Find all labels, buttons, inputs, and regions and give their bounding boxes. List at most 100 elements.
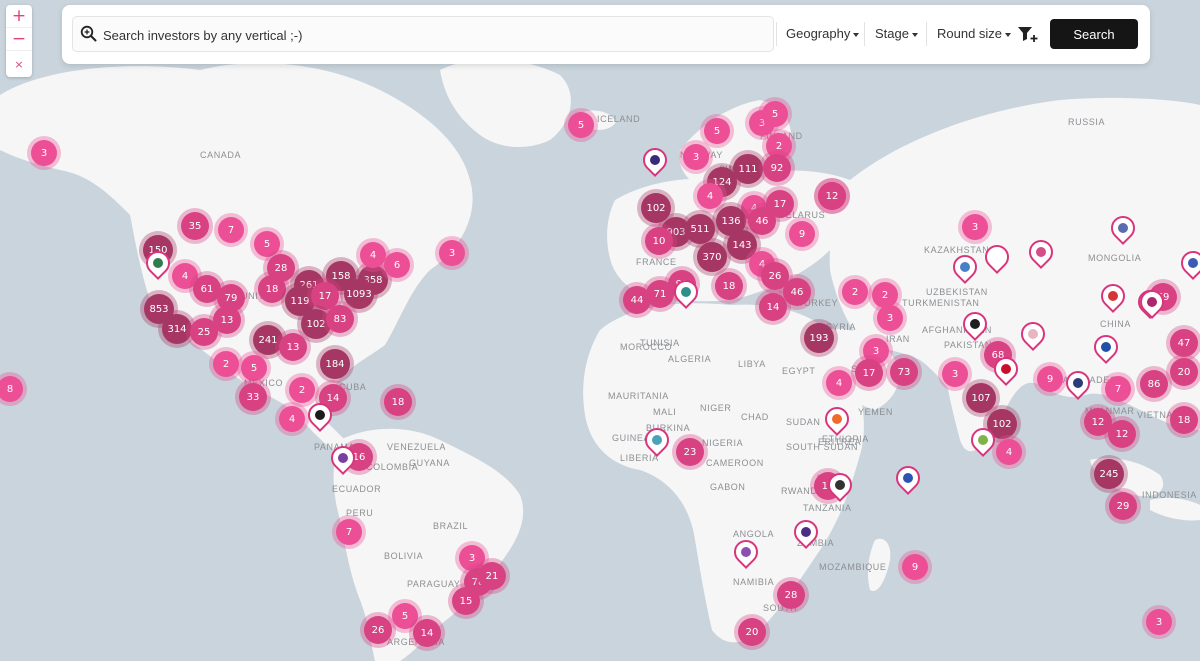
chevron-down-icon bbox=[911, 32, 918, 37]
cluster-marker[interactable]: 35 bbox=[181, 212, 209, 240]
cluster-marker[interactable]: 3 bbox=[962, 214, 988, 240]
cluster-marker[interactable]: 13 bbox=[213, 306, 241, 334]
cluster-marker[interactable]: 26 bbox=[364, 616, 392, 644]
cluster-marker[interactable]: 20 bbox=[738, 618, 766, 646]
cluster-marker[interactable]: 3 bbox=[877, 305, 903, 331]
cluster-marker[interactable]: 193 bbox=[804, 323, 834, 353]
cluster-marker[interactable]: 73 bbox=[890, 358, 918, 386]
cluster-marker[interactable]: 3 bbox=[31, 140, 57, 166]
cluster-marker[interactable]: 13 bbox=[279, 333, 307, 361]
investor-logo-icon bbox=[153, 258, 163, 268]
investor-logo-icon bbox=[741, 547, 751, 557]
cluster-marker[interactable]: 20 bbox=[1170, 358, 1198, 386]
cluster-marker[interactable]: 4 bbox=[279, 406, 305, 432]
cluster-marker[interactable]: 46 bbox=[783, 278, 811, 306]
cluster-marker[interactable]: 12 bbox=[818, 182, 846, 210]
cluster-marker[interactable]: 71 bbox=[646, 280, 674, 308]
country-label: MOZAMBIQUE bbox=[819, 562, 887, 572]
cluster-marker[interactable]: 3 bbox=[439, 240, 465, 266]
cluster-marker[interactable]: 18 bbox=[384, 388, 412, 416]
country-label: PARAGUAY bbox=[407, 579, 461, 589]
cluster-marker[interactable]: 2 bbox=[872, 282, 898, 308]
country-label: SUDAN bbox=[786, 417, 821, 427]
country-label: UZBEKISTAN bbox=[926, 287, 988, 297]
cluster-marker[interactable]: 47 bbox=[1170, 329, 1198, 357]
cluster-marker[interactable]: 5 bbox=[241, 355, 267, 381]
cluster-marker[interactable]: 7 bbox=[1105, 376, 1131, 402]
cluster-marker[interactable]: 23 bbox=[676, 438, 704, 466]
cluster-marker[interactable]: 2 bbox=[842, 279, 868, 305]
cluster-marker[interactable]: 184 bbox=[320, 349, 350, 379]
investor-logo-icon bbox=[1108, 291, 1118, 301]
cluster-marker[interactable]: 7 bbox=[336, 519, 362, 545]
investor-logo-icon bbox=[1101, 342, 1111, 352]
cluster-marker[interactable]: 245 bbox=[1094, 459, 1124, 489]
cluster-marker[interactable]: 21 bbox=[478, 562, 506, 590]
cluster-marker[interactable]: 17 bbox=[855, 359, 883, 387]
investor-logo-icon bbox=[650, 155, 660, 165]
cluster-marker[interactable]: 4 bbox=[996, 439, 1022, 465]
cluster-marker[interactable]: 3 bbox=[942, 361, 968, 387]
cluster-marker[interactable]: 3 bbox=[683, 144, 709, 170]
cluster-marker[interactable]: 18 bbox=[1170, 406, 1198, 434]
cluster-marker[interactable]: 83 bbox=[326, 305, 354, 333]
cluster-marker[interactable]: 370 bbox=[697, 242, 727, 272]
country-label: INDONESIA bbox=[1142, 490, 1197, 500]
country-label: IRAN bbox=[886, 334, 910, 344]
cluster-marker[interactable]: 46 bbox=[748, 207, 776, 235]
country-label: TANZANIA bbox=[803, 503, 852, 513]
cluster-marker[interactable]: 14 bbox=[413, 619, 441, 647]
cluster-marker[interactable]: 5 bbox=[704, 118, 730, 144]
zoom-out-button[interactable]: − bbox=[6, 28, 32, 51]
cluster-marker[interactable]: 18 bbox=[715, 272, 743, 300]
country-label: BOLIVIA bbox=[384, 551, 424, 561]
country-label: ETHIOPIA bbox=[822, 434, 869, 444]
cluster-marker[interactable]: 12 bbox=[1108, 420, 1136, 448]
cluster-marker[interactable]: 86 bbox=[1140, 370, 1168, 398]
cluster-marker[interactable]: 511 bbox=[685, 214, 715, 244]
cluster-marker[interactable]: 18 bbox=[258, 275, 286, 303]
world-map[interactable]: CANADA RUSSIA KAZAKHSTAN MONGOLIA UZBEKISTAN… bbox=[0, 0, 1200, 661]
round-size-dropdown[interactable]: Round size bbox=[937, 26, 1012, 41]
cluster-marker[interactable]: 4 bbox=[360, 242, 386, 268]
cluster-marker[interactable]: 33 bbox=[239, 383, 267, 411]
cluster-marker[interactable]: 5 bbox=[568, 112, 594, 138]
search-input[interactable] bbox=[101, 23, 765, 47]
cluster-marker[interactable]: 9 bbox=[789, 221, 815, 247]
reset-view-button[interactable]: × bbox=[6, 51, 32, 77]
investor-logo-icon bbox=[338, 453, 348, 463]
cluster-marker[interactable]: 5 bbox=[254, 231, 280, 257]
cluster-marker[interactable]: 314 bbox=[162, 314, 192, 344]
investor-logo-icon bbox=[1073, 378, 1083, 388]
cluster-marker[interactable]: 107 bbox=[966, 383, 996, 413]
cluster-marker[interactable]: 14 bbox=[759, 293, 787, 321]
search-button[interactable]: Search bbox=[1050, 19, 1138, 49]
country-label: ANGOLA bbox=[733, 529, 775, 539]
cluster-marker[interactable]: 10 bbox=[645, 227, 673, 255]
divider bbox=[926, 22, 927, 46]
cluster-marker[interactable]: 102 bbox=[641, 193, 671, 223]
cluster-marker[interactable]: 15 bbox=[452, 587, 480, 615]
cluster-marker[interactable]: 7 bbox=[218, 217, 244, 243]
cluster-marker[interactable]: 4 bbox=[697, 183, 723, 209]
search-box[interactable] bbox=[72, 16, 774, 52]
cluster-marker[interactable]: 6 bbox=[384, 252, 410, 278]
cluster-marker[interactable]: 2 bbox=[213, 351, 239, 377]
investor-logo-icon bbox=[681, 287, 691, 297]
stage-dropdown[interactable]: Stage bbox=[875, 26, 918, 41]
cluster-marker[interactable]: 3 bbox=[1146, 609, 1172, 635]
cluster-marker[interactable]: 92 bbox=[763, 154, 791, 182]
cluster-marker[interactable]: 29 bbox=[1109, 492, 1137, 520]
cluster-marker[interactable]: 2 bbox=[289, 377, 315, 403]
cluster-marker[interactable]: 1093 bbox=[344, 279, 374, 309]
cluster-marker[interactable]: 9 bbox=[1037, 366, 1063, 392]
add-filter-icon[interactable] bbox=[1017, 25, 1039, 47]
cluster-marker[interactable]: 4 bbox=[826, 370, 852, 396]
cluster-marker[interactable]: 5 bbox=[762, 101, 788, 127]
zoom-in-button[interactable]: + bbox=[6, 5, 32, 28]
geography-dropdown[interactable]: Geography bbox=[786, 26, 860, 41]
cluster-marker[interactable]: 111 bbox=[733, 154, 763, 184]
zoom-controls: + − × bbox=[6, 5, 32, 77]
cluster-marker[interactable]: 9 bbox=[902, 554, 928, 580]
cluster-marker[interactable]: 28 bbox=[777, 581, 805, 609]
